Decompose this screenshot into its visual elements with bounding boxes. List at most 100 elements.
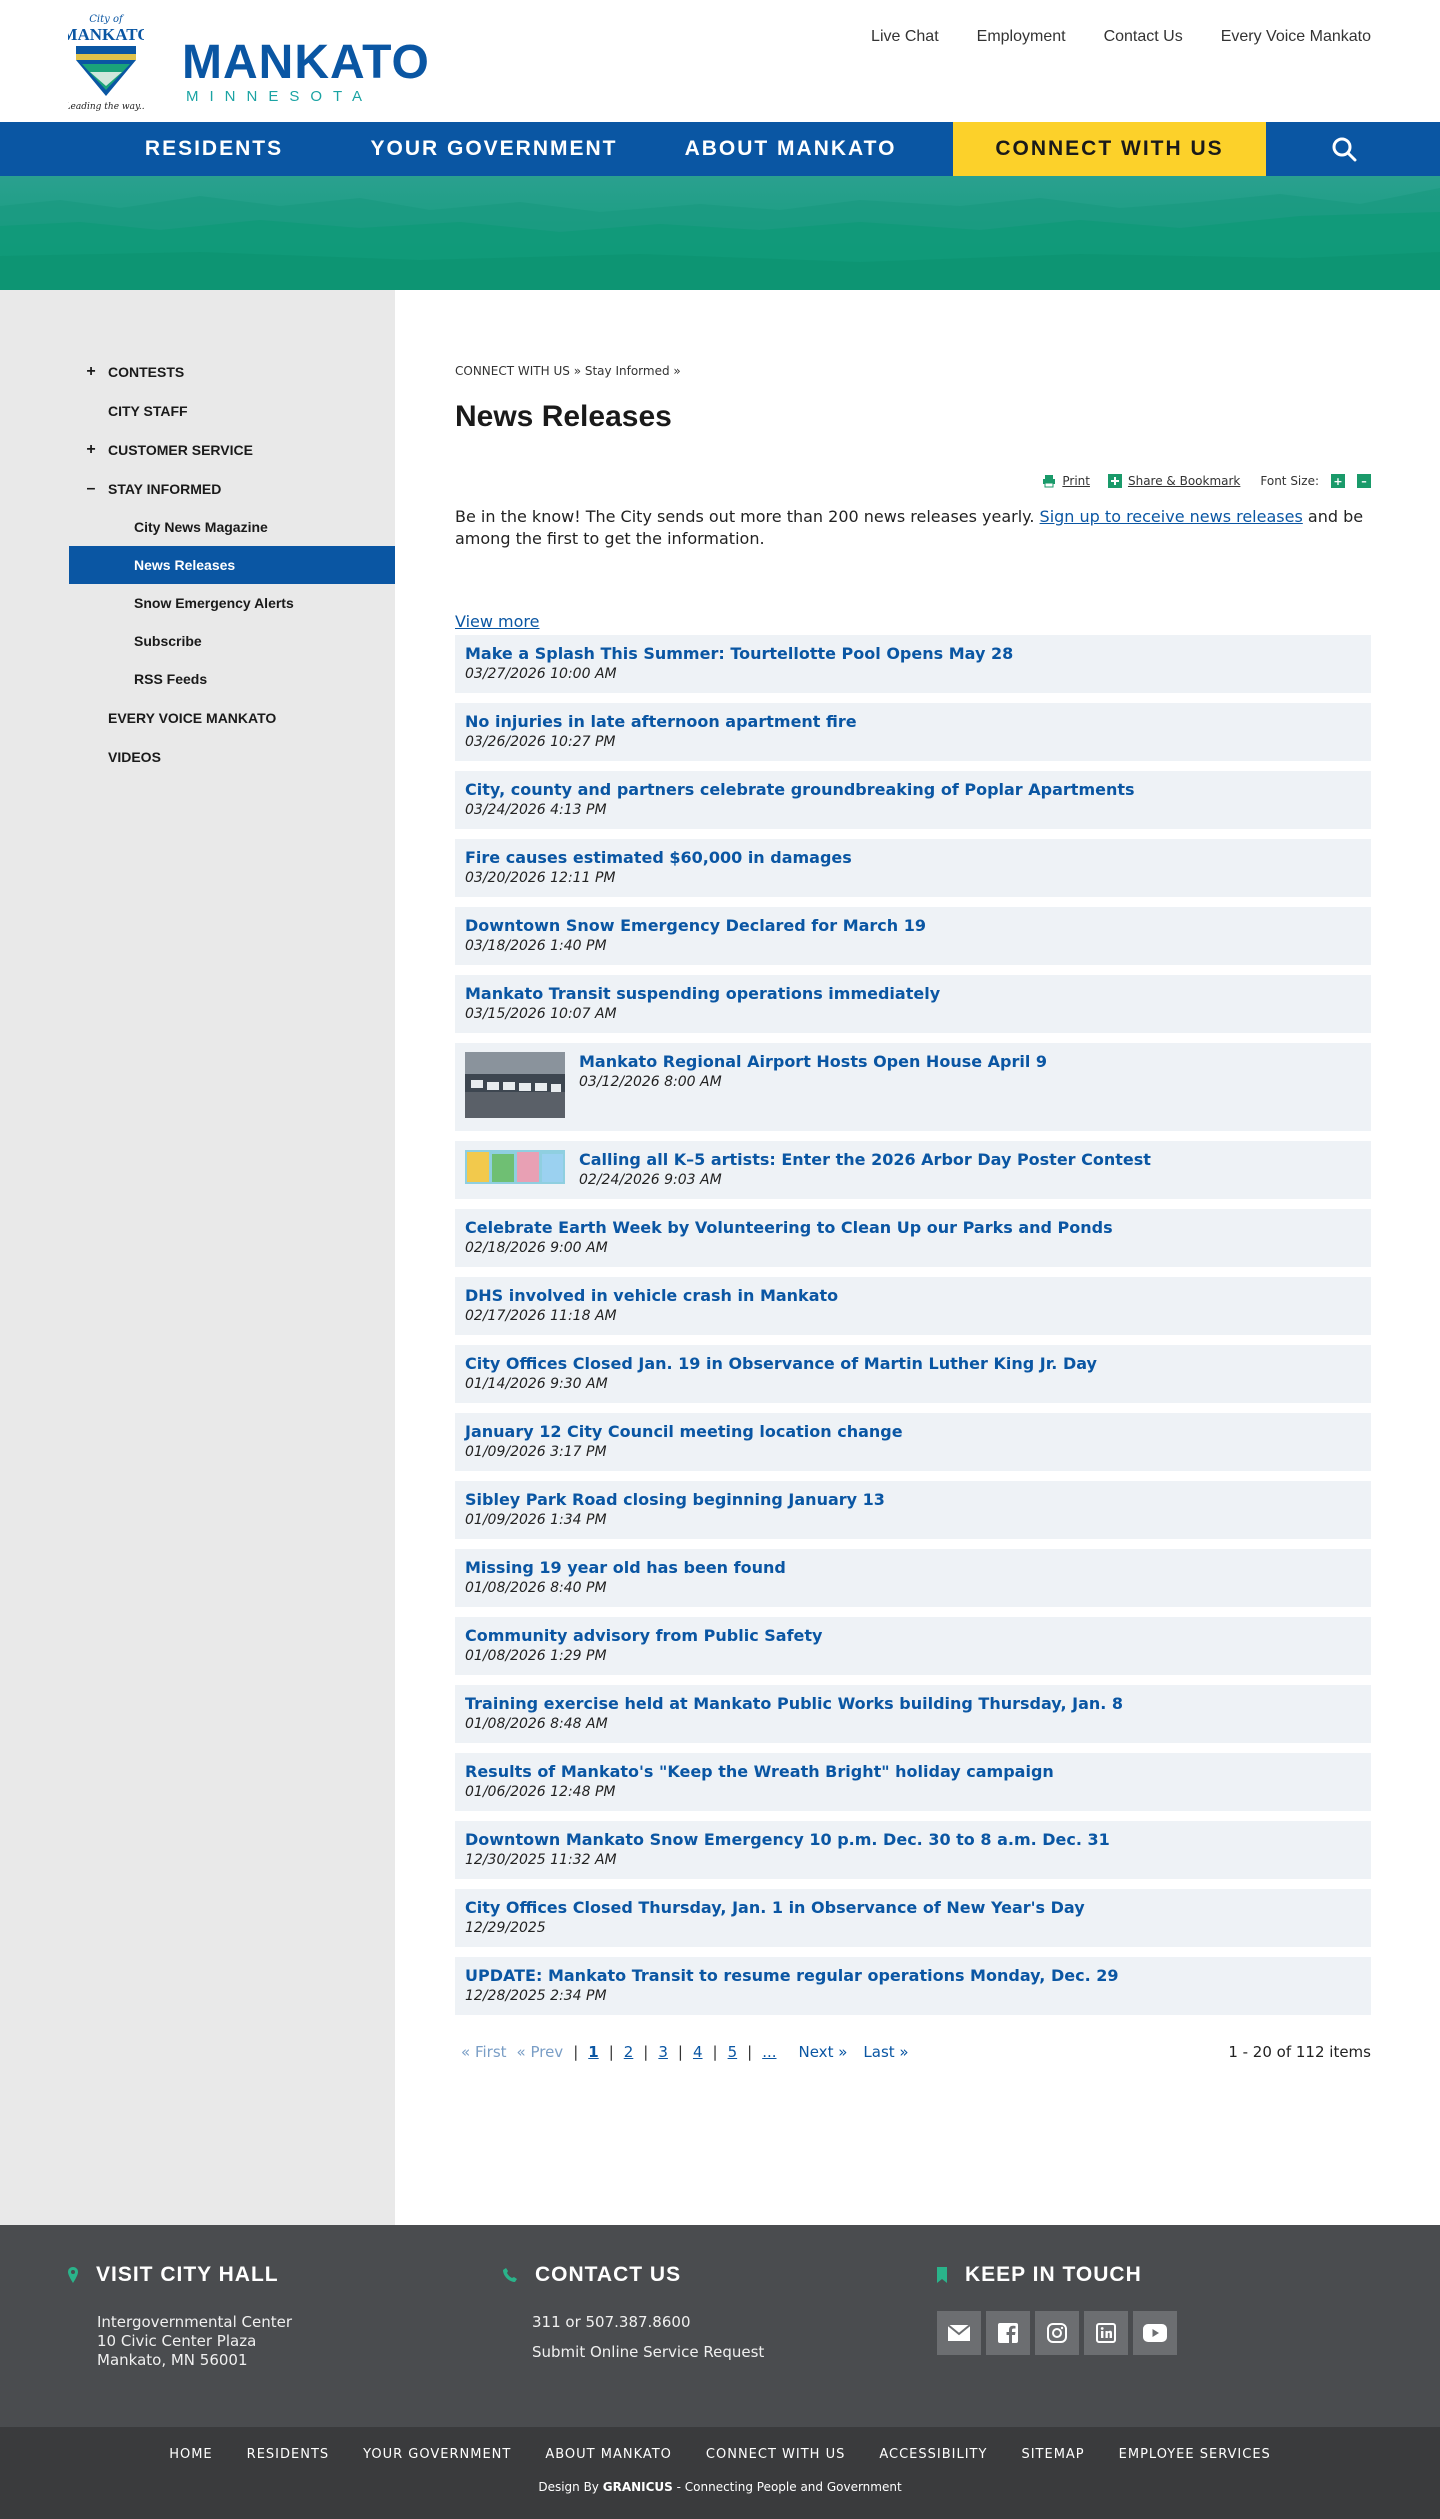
footer-link-about-mankato[interactable]: ABOUT MANKATO	[528, 2447, 689, 2462]
mankato-wordmark[interactable]: MANKATO MINNESOTA	[182, 39, 430, 106]
pager-next[interactable]: Next »	[799, 2043, 848, 2061]
sidebar-sub-subscribe[interactable]: Subscribe	[69, 622, 395, 660]
breadcrumb-separator: »	[573, 364, 582, 378]
font-decrease-button[interactable]: –	[1357, 474, 1371, 488]
pager-first: « First	[461, 2043, 507, 2061]
footer-link-employee-services[interactable]: EMPLOYEE SERVICES	[1102, 2447, 1288, 2462]
search-icon	[1332, 137, 1357, 162]
expand-icon[interactable]: +	[85, 363, 97, 381]
page-tools: Print Share & Bookmark Font Size: + –	[455, 474, 1371, 488]
utility-link-every-voice[interactable]: Every Voice Mankato	[1221, 28, 1371, 46]
news-item[interactable]: City Offices Closed Thursday, Jan. 1 in …	[455, 1889, 1371, 1947]
sidebar-sub-snow-emergency-alerts[interactable]: Snow Emergency Alerts	[69, 584, 395, 622]
search-button[interactable]	[1266, 122, 1422, 176]
news-date: 12/30/2025 11:32 AM	[465, 1852, 617, 1868]
news-item[interactable]: Downtown Snow Emergency Declared for Mar…	[455, 907, 1371, 965]
news-item[interactable]: Sibley Park Road closing beginning Janua…	[455, 1481, 1371, 1539]
font-increase-button[interactable]: +	[1331, 474, 1345, 488]
news-item[interactable]: UPDATE: Mankato Transit to resume regula…	[455, 1957, 1371, 2015]
news-item[interactable]: Calling all K–5 artists: Enter the 2026 …	[455, 1141, 1371, 1199]
news-item[interactable]: Mankato Regional Airport Hosts Open Hous…	[455, 1043, 1371, 1131]
pager-ellipsis[interactable]: ...	[762, 2043, 776, 2061]
site-footer: VISIT CITY HALL Intergovernmental Center…	[0, 2225, 1440, 2427]
nav-connect-with-us[interactable]: CONNECT WITH US	[953, 122, 1266, 176]
footer-link-accessibility[interactable]: ACCESSIBILITY	[862, 2447, 1004, 2462]
pager-sep: |	[643, 2043, 649, 2061]
news-item[interactable]: Make a Splash This Summer: Tourtellotte …	[455, 635, 1371, 693]
instagram-icon[interactable]	[1035, 2311, 1079, 2355]
pager-page-2[interactable]: 2	[624, 2043, 634, 2061]
pager-page-4[interactable]: 4	[693, 2043, 703, 2061]
facebook-icon[interactable]	[986, 2311, 1030, 2355]
expand-icon[interactable]: +	[85, 441, 97, 459]
share-bookmark-button[interactable]: Share & Bookmark	[1107, 474, 1240, 488]
youtube-icon[interactable]	[1133, 2311, 1177, 2355]
sidebar-item-videos[interactable]: VIDEOS	[69, 737, 395, 776]
breadcrumb-stay-informed[interactable]: Stay Informed	[585, 364, 670, 378]
footer-keep-heading: KEEP IN TOUCH	[965, 2263, 1142, 2286]
pagination-links: « First « Prev | 1 | 2 | 3 | 4 | 5 | ...…	[455, 2043, 909, 2061]
bookmark-icon	[937, 2267, 947, 2283]
pager-page-5[interactable]: 5	[728, 2043, 738, 2061]
view-more-link[interactable]: View more	[455, 612, 540, 631]
news-item[interactable]: City, county and partners celebrate grou…	[455, 771, 1371, 829]
footer-phone[interactable]: 311 or 507.387.8600	[532, 2313, 764, 2332]
news-item[interactable]: Results of Mankato's "Keep the Wreath Br…	[455, 1753, 1371, 1811]
footer-link-your-government[interactable]: YOUR GOVERNMENT	[346, 2447, 528, 2462]
utility-link-employment[interactable]: Employment	[977, 28, 1066, 46]
nav-your-government[interactable]: YOUR GOVERNMENT	[360, 122, 628, 176]
news-item[interactable]: Fire causes estimated $60,000 in damages…	[455, 839, 1371, 897]
pager-last[interactable]: Last »	[863, 2043, 908, 2061]
pager-page-3[interactable]: 3	[658, 2043, 668, 2061]
sidebar-item-label: CITY STAFF	[108, 402, 188, 419]
sidebar-sub-news-releases[interactable]: News Releases	[69, 546, 395, 584]
signup-link[interactable]: Sign up to receive news releases	[1040, 507, 1303, 526]
sidebar-sub-city-news-magazine[interactable]: City News Magazine	[69, 508, 395, 546]
news-item[interactable]: January 12 City Council meeting location…	[455, 1413, 1371, 1471]
footer-link-residents[interactable]: RESIDENTS	[230, 2447, 346, 2462]
sidebar-nav: + CONTESTS CITY STAFF + CUSTOMER SERVICE…	[0, 290, 395, 2225]
granicus-link[interactable]: GRANICUS	[603, 2480, 673, 2494]
footer-service-request-link[interactable]: Submit Online Service Request	[532, 2343, 764, 2362]
print-label: Print	[1062, 474, 1090, 488]
news-item[interactable]: Community advisory from Public Safety 01/…	[455, 1617, 1371, 1675]
news-item[interactable]: DHS involved in vehicle crash in Mankato…	[455, 1277, 1371, 1335]
news-date: 02/17/2026 11:18 AM	[465, 1308, 617, 1324]
footer-link-connect-with-us[interactable]: CONNECT WITH US	[689, 2447, 862, 2462]
pager-page-1[interactable]: 1	[588, 2043, 598, 2061]
nav-residents[interactable]: RESIDENTS	[68, 122, 360, 176]
collapse-icon[interactable]: –	[85, 480, 97, 498]
sidebar-item-every-voice-mankato[interactable]: EVERY VOICE MANKATO	[69, 698, 395, 737]
sidebar-item-stay-informed[interactable]: – STAY INFORMED	[69, 469, 395, 508]
credit-suffix: - Connecting People and Government	[672, 2480, 902, 2494]
news-title: Fire causes estimated $60,000 in damages	[465, 848, 852, 867]
nav-about-mankato[interactable]: ABOUT MANKATO	[628, 122, 953, 176]
map-pin-icon	[68, 2267, 78, 2283]
news-item[interactable]: Missing 19 year old has been found 01/08/…	[455, 1549, 1371, 1607]
news-item[interactable]: Celebrate Earth Week by Volunteering to …	[455, 1209, 1371, 1267]
news-item[interactable]: Mankato Transit suspending operations im…	[455, 975, 1371, 1033]
news-date: 12/29/2025	[465, 1920, 546, 1936]
email-icon[interactable]	[937, 2311, 981, 2355]
news-item[interactable]: No injuries in late afternoon apartment …	[455, 703, 1371, 761]
utility-link-contact-us[interactable]: Contact Us	[1104, 28, 1183, 46]
breadcrumb-connect-with-us[interactable]: CONNECT WITH US	[455, 364, 570, 378]
sidebar-item-city-staff[interactable]: CITY STAFF	[69, 391, 395, 430]
footer-link-sitemap[interactable]: SITEMAP	[1004, 2447, 1101, 2462]
news-date: 03/18/2026 1:40 PM	[465, 938, 607, 954]
city-emblem-logo[interactable]: City of MANKATO Leading the way...	[61, 10, 150, 112]
news-item[interactable]: Training exercise held at Mankato Public…	[455, 1685, 1371, 1743]
print-button[interactable]: Print	[1042, 474, 1090, 488]
sidebar-item-customer-service[interactable]: + CUSTOMER SERVICE	[69, 430, 395, 469]
news-date: 03/12/2026 8:00 AM	[579, 1074, 722, 1090]
linkedin-icon[interactable]	[1084, 2311, 1128, 2355]
utility-link-live-chat[interactable]: Live Chat	[871, 28, 939, 46]
phone-icon	[503, 2268, 517, 2282]
news-date: 01/14/2026 9:30 AM	[465, 1376, 608, 1392]
news-item[interactable]: City Offices Closed Jan. 19 in Observanc…	[455, 1345, 1371, 1403]
news-thumbnail-airport	[465, 1052, 565, 1122]
sidebar-sub-rss-feeds[interactable]: RSS Feeds	[69, 660, 395, 698]
footer-link-home[interactable]: HOME	[152, 2447, 229, 2462]
sidebar-item-contests[interactable]: + CONTESTS	[69, 352, 395, 391]
news-item[interactable]: Downtown Mankato Snow Emergency 10 p.m. …	[455, 1821, 1371, 1879]
